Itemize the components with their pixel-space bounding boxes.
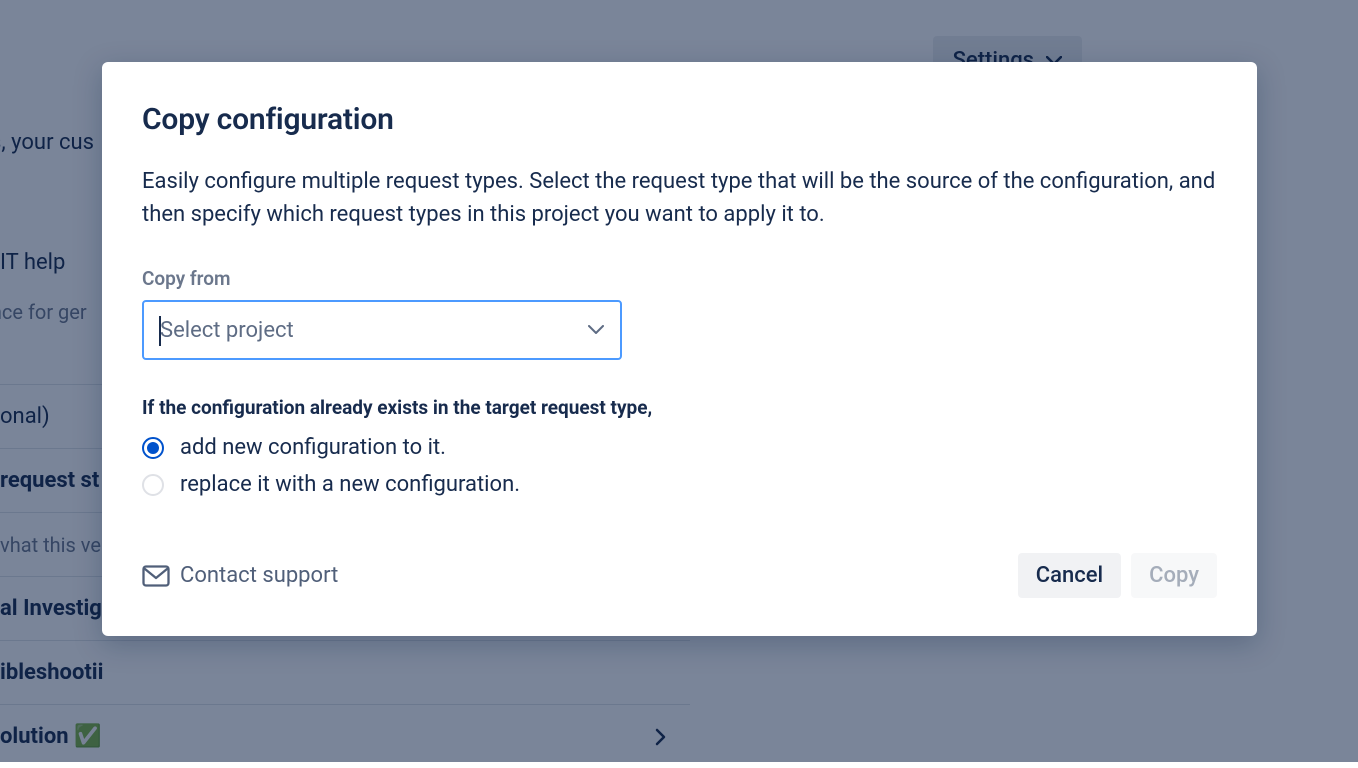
- select-project-dropdown[interactable]: Select project: [142, 300, 622, 360]
- radio-indicator: [142, 474, 164, 496]
- radio-label: add new configuration to it.: [180, 435, 446, 460]
- contact-support-link[interactable]: Contact support: [142, 563, 338, 588]
- cancel-button[interactable]: Cancel: [1018, 553, 1121, 598]
- chevron-down-icon: [588, 325, 604, 335]
- radio-label: replace it with a new configuration.: [180, 472, 520, 497]
- text-cursor: [159, 316, 161, 346]
- modal-description: Easily configure multiple request types.…: [142, 165, 1217, 231]
- copy-from-label: Copy from: [142, 267, 1217, 290]
- radio-replace-configuration[interactable]: replace it with a new configuration.: [142, 472, 1217, 497]
- copy-button[interactable]: Copy: [1131, 553, 1217, 598]
- select-placeholder: Select project: [160, 318, 588, 343]
- conflict-heading: If the configuration already exists in t…: [142, 396, 1217, 419]
- mail-icon: [142, 565, 170, 587]
- radio-add-configuration[interactable]: add new configuration to it.: [142, 435, 1217, 460]
- modal-title: Copy configuration: [142, 102, 1217, 137]
- radio-indicator-checked: [142, 437, 164, 459]
- contact-support-label: Contact support: [180, 563, 338, 588]
- copy-configuration-modal: Copy configuration Easily configure mult…: [102, 62, 1257, 636]
